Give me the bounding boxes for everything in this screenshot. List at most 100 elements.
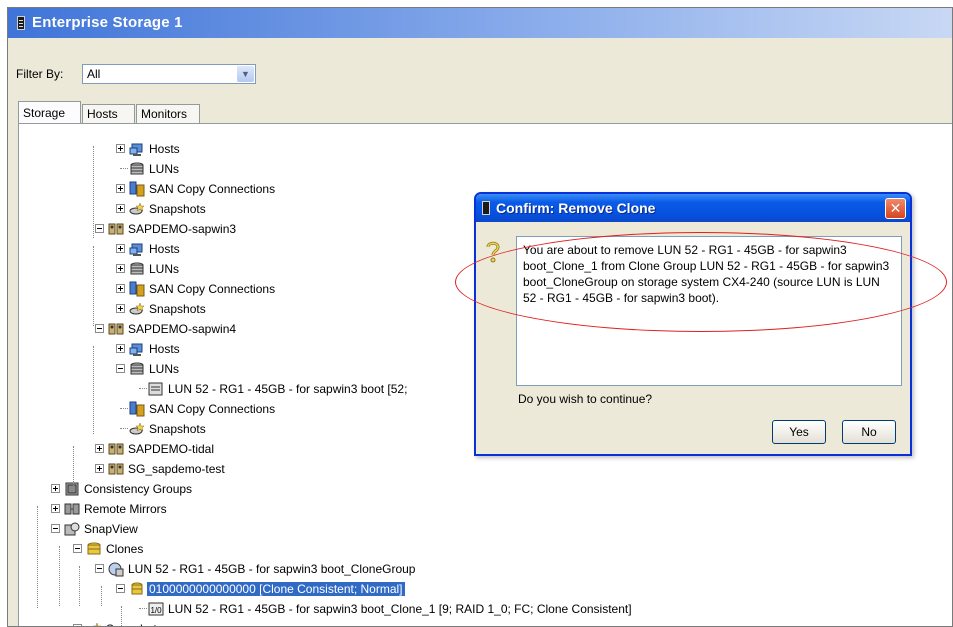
filter-value: All	[87, 67, 101, 81]
tree-label: Consistency Groups	[84, 482, 193, 496]
tree-label: SAPDEMO-sapwin3	[128, 222, 237, 236]
tree-connector	[93, 246, 94, 326]
tab-storage[interactable]: Storage	[18, 101, 81, 123]
tree-label: LUN 52 - RG1 - 45GB - for sapwin3 boot […	[168, 382, 408, 396]
collapse-icon[interactable]	[116, 584, 125, 593]
tree-label: Snapshots	[149, 422, 206, 436]
snapshots-icon	[129, 422, 145, 435]
no-button[interactable]: No	[842, 420, 896, 444]
window-title: Enterprise Storage 1	[32, 14, 183, 31]
tree-label: Hosts	[149, 142, 180, 156]
dialog-title: Confirm: Remove Clone	[496, 200, 656, 216]
collapse-icon[interactable]	[95, 324, 104, 333]
expand-icon[interactable]	[116, 344, 125, 353]
lun-icon	[148, 382, 163, 396]
tree-connector	[120, 168, 128, 169]
luns-icon	[130, 262, 144, 275]
tab-monitors[interactable]: Monitors	[136, 104, 200, 123]
tree-label: SAPDEMO-tidal	[128, 442, 215, 456]
storage-app-icon	[482, 201, 490, 215]
storage-group-icon	[108, 443, 124, 455]
tree-label: SAN Copy Connections	[149, 282, 276, 296]
expand-icon[interactable]	[95, 444, 104, 453]
filter-select[interactable]: All ▼	[82, 64, 256, 84]
tree-label: Clones	[106, 542, 144, 556]
tree-connector	[120, 428, 128, 429]
snapshots-icon	[129, 202, 145, 215]
tree-connector	[139, 388, 147, 389]
close-icon[interactable]: ✕	[885, 198, 906, 219]
tree-label: LUN 52 - RG1 - 45GB - for sapwin3 boot_C…	[128, 562, 416, 576]
snapshots-icon	[129, 302, 145, 315]
clones-icon	[87, 542, 101, 555]
collapse-icon[interactable]	[95, 224, 104, 233]
tree-label: Hosts	[149, 242, 180, 256]
hosts-icon	[129, 243, 143, 256]
clone-icon	[131, 582, 143, 595]
tab-hosts[interactable]: Hosts	[82, 104, 135, 123]
yes-button[interactable]: Yes	[772, 420, 826, 444]
tree-connector	[93, 346, 94, 434]
tree-connector	[121, 606, 122, 626]
tree-label: LUNs	[149, 362, 180, 376]
storage-app-icon	[17, 16, 25, 30]
tree-label: Remote Mirrors	[84, 502, 167, 516]
luns-icon	[130, 162, 144, 175]
tree-label: SAPDEMO-sapwin4	[128, 322, 237, 336]
tree-label: SnapView	[84, 522, 138, 536]
tree-connector	[59, 546, 60, 606]
tree-connector	[120, 408, 128, 409]
dialog-question: Do you wish to continue?	[518, 392, 653, 406]
expand-icon[interactable]	[116, 144, 125, 153]
storage-group-icon	[108, 463, 124, 475]
tree-label: SG_sapdemo-test	[128, 462, 225, 476]
expand-icon[interactable]	[116, 204, 125, 213]
dialog-titlebar: Confirm: Remove Clone ✕	[476, 194, 910, 222]
tree-connector	[93, 146, 94, 238]
dialog-message: You are about to remove LUN 52 - RG1 - 4…	[523, 243, 890, 305]
clone-badge: 1/0	[150, 606, 162, 615]
tree-label: LUNs	[149, 262, 180, 276]
remote-mirrors-icon	[64, 503, 80, 515]
san-copy-icon	[129, 281, 145, 297]
tree-label: SAN Copy Connections	[149, 402, 276, 416]
chevron-down-icon[interactable]: ▼	[237, 66, 254, 82]
tree-connector	[73, 446, 74, 486]
collapse-icon[interactable]	[51, 524, 60, 533]
snapview-icon	[64, 522, 80, 536]
san-copy-icon	[129, 181, 145, 197]
collapse-icon[interactable]	[95, 564, 104, 573]
tree-label: SAN Copy Connections	[149, 182, 276, 196]
filter-label: Filter By:	[16, 67, 64, 81]
snapshots-icon	[92, 622, 102, 626]
expand-icon[interactable]	[51, 484, 60, 493]
luns-icon	[130, 362, 144, 375]
clone-lun-icon: 1/0	[148, 602, 164, 616]
tree-label: LUNs	[149, 162, 180, 176]
tree-connector	[37, 506, 38, 608]
collapse-icon[interactable]	[73, 544, 82, 553]
selected-tree-label: 0100000000000000 [Clone Consistent; Norm…	[147, 582, 405, 596]
expand-icon[interactable]	[116, 284, 125, 293]
hosts-icon	[129, 143, 143, 156]
tree-label: LUN 52 - RG1 - 45GB - for sapwin3 boot_C…	[168, 602, 632, 616]
expand-icon[interactable]	[116, 244, 125, 253]
clone-group-icon	[108, 562, 124, 577]
tree-label: Hosts	[149, 342, 180, 356]
confirm-dialog: Confirm: Remove Clone ✕ You are about to…	[474, 192, 912, 456]
storage-group-icon	[108, 223, 124, 235]
tree-label: Snapshots	[149, 202, 206, 216]
tree-connector	[79, 566, 80, 606]
expand-icon[interactable]	[95, 464, 104, 473]
hosts-icon	[129, 343, 143, 356]
window-titlebar: Enterprise Storage 1	[8, 8, 952, 38]
expand-icon[interactable]	[116, 304, 125, 313]
expand-icon[interactable]	[116, 184, 125, 193]
consistency-groups-icon	[65, 482, 79, 496]
collapse-icon[interactable]	[116, 364, 125, 373]
message-box: You are about to remove LUN 52 - RG1 - 4…	[516, 236, 902, 386]
expand-icon[interactable]	[116, 264, 125, 273]
san-copy-icon	[129, 401, 145, 417]
tree-label: Snapshots	[149, 302, 206, 316]
expand-icon[interactable]	[51, 504, 60, 513]
